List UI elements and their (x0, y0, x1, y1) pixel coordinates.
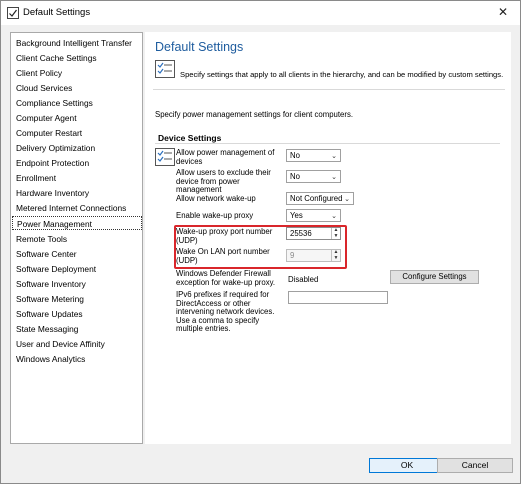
enable-wakeup-proxy-label: Enable wake-up proxy (176, 211, 254, 220)
sidebar-item-client-cache-settings[interactable]: Client Cache Settings (12, 51, 142, 65)
sidebar-item-cloud-services[interactable]: Cloud Services (12, 81, 142, 95)
sidebar-item-delivery-optimization[interactable]: Delivery Optimization (12, 141, 142, 155)
allow-network-wakeup-value: Not Configured (290, 194, 343, 203)
firewall-exception-label: Windows Defender Firewall exception for … (176, 269, 276, 287)
sidebar-item-computer-restart[interactable]: Computer Restart (12, 126, 142, 140)
window-title: Default Settings (23, 7, 91, 18)
sidebar-item-software-metering[interactable]: Software Metering (12, 292, 142, 306)
checklist-icon (7, 7, 19, 19)
wakeup-proxy-port-value: 25536 (290, 229, 312, 238)
wake-on-lan-port-value: 9 (290, 251, 295, 260)
ipv6-prefixes-input[interactable] (288, 291, 388, 304)
sidebar-item-background-intelligent-transfer[interactable]: Background Intelligent Transfer (12, 36, 142, 50)
sidebar-item-metered-internet-connections[interactable]: Metered Internet Connections (12, 201, 142, 215)
stepper-arrows-icon[interactable]: ▲ ▼ (331, 249, 340, 261)
sidebar-item-software-deployment[interactable]: Software Deployment (12, 262, 142, 276)
configure-settings-button[interactable]: Configure Settings (390, 270, 479, 284)
sidebar-item-state-messaging[interactable]: State Messaging (12, 322, 142, 336)
sidebar-item-hardware-inventory[interactable]: Hardware Inventory (12, 186, 142, 200)
header-divider (153, 89, 505, 90)
ok-button[interactable]: OK (369, 458, 445, 473)
firewall-exception-value: Disabled (288, 275, 319, 284)
wakeup-proxy-port-stepper[interactable]: 25536 ▲ ▼ (286, 227, 341, 240)
allow-exclude-label: Allow users to exclude their device from… (176, 168, 271, 195)
sidebar-item-software-updates[interactable]: Software Updates (12, 307, 142, 321)
wake-on-lan-port-stepper[interactable]: 9 ▲ ▼ (286, 249, 341, 262)
wakeup-proxy-port-label: Wake-up proxy port number (UDP) (176, 227, 273, 245)
sidebar-item-enrollment[interactable]: Enrollment (12, 171, 142, 185)
title-bar[interactable]: Default Settings ✕ (1, 1, 520, 25)
allow-network-wakeup-select[interactable]: Not Configured ⌄ (286, 192, 354, 205)
sidebar-item-windows-analytics[interactable]: Windows Analytics (12, 352, 142, 366)
sidebar-item-endpoint-protection[interactable]: Endpoint Protection (12, 156, 142, 170)
group-title: Device Settings (158, 133, 222, 143)
sidebar-item-software-center[interactable]: Software Center (12, 247, 142, 261)
sidebar-item-user-and-device-affinity[interactable]: User and Device Affinity (12, 337, 142, 351)
chevron-down-icon: ⌄ (344, 196, 350, 203)
settings-panel: Default Settings Specify settings that a… (145, 32, 511, 444)
allow-power-management-value: No (290, 151, 300, 160)
allow-exclude-select[interactable]: No ⌄ (286, 170, 341, 183)
sidebar-item-compliance-settings[interactable]: Compliance Settings (12, 96, 142, 110)
close-button[interactable]: ✕ (486, 1, 520, 25)
ipv6-prefixes-label: IPv6 prefixes if required for DirectAcce… (176, 290, 275, 334)
wake-on-lan-port-label: Wake On LAN port number (UDP) (176, 247, 270, 265)
sidebar-item-computer-agent[interactable]: Computer Agent (12, 111, 142, 125)
allow-power-management-label: Allow power management of devices (176, 148, 275, 166)
sidebar-item-client-policy[interactable]: Client Policy (12, 66, 142, 80)
settings-list-icon (155, 60, 175, 78)
enable-wakeup-proxy-value: Yes (290, 211, 303, 220)
page-title: Default Settings (155, 40, 244, 54)
settings-list-icon (155, 148, 175, 166)
sidebar-item-software-inventory[interactable]: Software Inventory (12, 277, 142, 291)
chevron-down-icon: ⌄ (331, 174, 337, 181)
chevron-down-icon: ⌄ (331, 213, 337, 220)
cancel-button[interactable]: Cancel (437, 458, 513, 473)
allow-network-wakeup-label: Allow network wake-up (176, 194, 256, 203)
sidebar-item-power-management[interactable]: Power Management (12, 216, 142, 230)
allow-exclude-value: No (290, 172, 300, 181)
intro-text: Specify power management settings for cl… (155, 110, 354, 119)
chevron-down-icon: ⌄ (331, 153, 337, 160)
enable-wakeup-proxy-select[interactable]: Yes ⌄ (286, 209, 341, 222)
default-settings-dialog: Default Settings ✕ Background Intelligen… (0, 0, 521, 484)
sidebar-item-remote-tools[interactable]: Remote Tools (12, 232, 142, 246)
allow-power-management-select[interactable]: No ⌄ (286, 149, 341, 162)
settings-category-list[interactable]: Background Intelligent Transfer Client C… (10, 32, 143, 444)
close-icon: ✕ (497, 5, 509, 19)
group-divider (155, 143, 500, 144)
settings-description: Specify settings that apply to all clien… (180, 70, 504, 79)
stepper-arrows-icon[interactable]: ▲ ▼ (331, 227, 340, 239)
